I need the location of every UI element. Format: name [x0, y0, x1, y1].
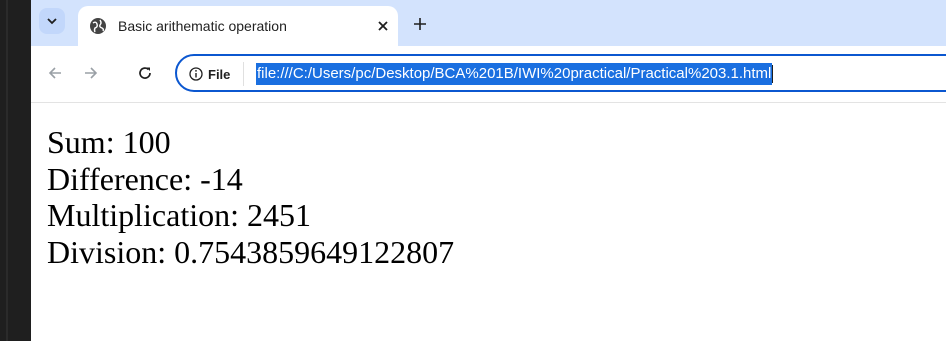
sum-line: Sum: 100 — [47, 124, 171, 160]
page-content: Sum: 100 Difference: -14 Multiplication:… — [47, 124, 454, 270]
tab-search-icon — [46, 15, 58, 27]
browser-window: Basic arithematic operation File file://… — [31, 0, 946, 341]
multiplication-line: Multiplication: 2451 — [47, 197, 311, 233]
text-caret — [772, 65, 773, 83]
back-button[interactable] — [43, 61, 67, 85]
difference-line: Difference: -14 — [47, 160, 243, 197]
back-arrow-icon — [47, 65, 63, 81]
close-icon[interactable] — [374, 17, 392, 35]
tab-strip: Basic arithematic operation — [31, 0, 946, 46]
tab-title: Basic arithematic operation — [118, 18, 287, 34]
url-input[interactable]: file:///C:/Users/pc/Desktop/BCA%201B/IWI… — [256, 63, 773, 85]
chip-divider — [243, 62, 244, 86]
tab-search-button[interactable] — [39, 8, 65, 34]
forward-button[interactable] — [79, 61, 103, 85]
tab-active[interactable]: Basic arithematic operation — [78, 6, 398, 46]
info-icon — [189, 67, 203, 81]
address-bar[interactable]: File file:///C:/Users/pc/Desktop/BCA%201… — [175, 54, 946, 92]
division-line: Division: 0.7543859649122807 — [47, 233, 455, 270]
editor-edge — [6, 0, 8, 341]
plus-icon — [413, 17, 427, 31]
reload-button[interactable] — [133, 61, 157, 85]
site-info-chip[interactable]: File — [189, 64, 230, 84]
globe-icon — [89, 17, 107, 35]
desktop-background-strip — [0, 0, 31, 341]
reload-icon — [137, 65, 153, 81]
forward-arrow-icon — [83, 65, 99, 81]
site-info-label: File — [208, 66, 231, 82]
toolbar: File file:///C:/Users/pc/Desktop/BCA%201… — [31, 46, 946, 103]
new-tab-button[interactable] — [409, 13, 431, 35]
